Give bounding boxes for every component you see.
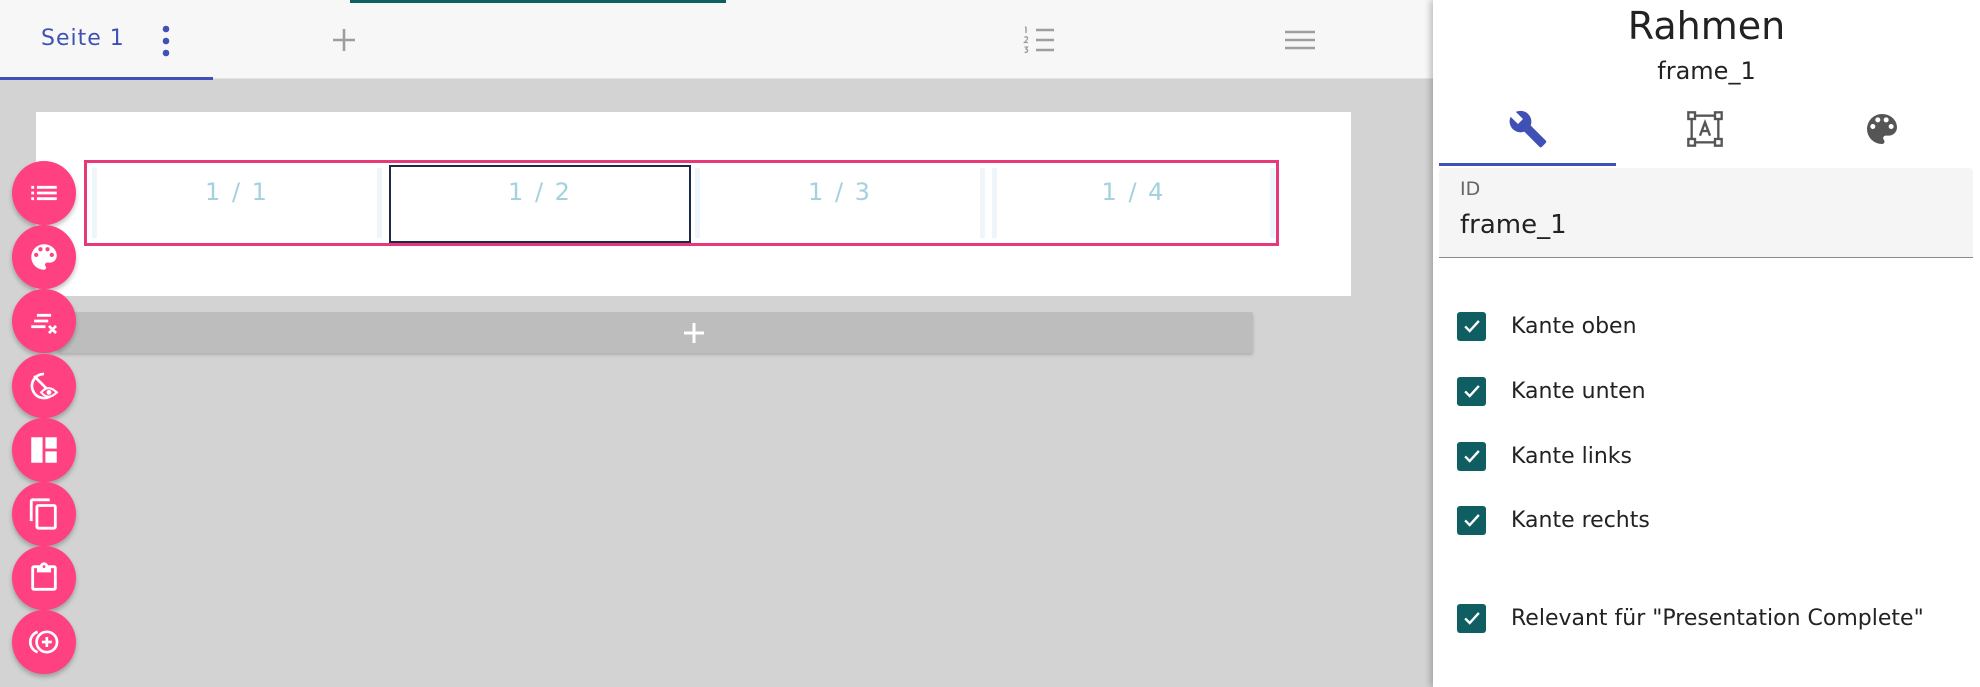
checkbox-label: Kante rechts xyxy=(1511,507,1650,533)
clear-list-icon xyxy=(31,313,57,334)
tab-properties[interactable] xyxy=(1439,92,1616,166)
fab-element-list[interactable] xyxy=(12,161,76,225)
page-section[interactable]: 1 / 1 1 / 2 1 / 3 1 / 4 xyxy=(36,112,1351,296)
cell-label: 1 / 4 xyxy=(1101,178,1166,206)
tab-text-frame[interactable] xyxy=(1616,92,1793,166)
check-icon xyxy=(1463,612,1480,625)
frame-cell[interactable]: 1 / 4 xyxy=(992,168,1275,238)
fab-copy[interactable] xyxy=(12,482,76,546)
fab-visibility[interactable] xyxy=(12,354,76,418)
wrench-icon xyxy=(1509,110,1546,148)
list-icon xyxy=(31,185,57,201)
check-icon xyxy=(1463,450,1480,463)
top-toolbar: Seite 1 xyxy=(0,0,1433,80)
clipboard-icon xyxy=(31,562,57,591)
id-field-value[interactable]: frame_1 xyxy=(1460,210,1567,240)
add-icon[interactable] xyxy=(324,20,364,60)
checkbox-label: Relevant für "Presentation Complete" xyxy=(1511,605,1924,631)
checkbox-row-edge-left[interactable]: Kante links xyxy=(1457,440,1632,472)
tab-seite-1[interactable]: Seite 1 xyxy=(0,0,213,80)
frame-cell[interactable]: 1 / 3 xyxy=(695,168,985,238)
panel-title: Rahmen xyxy=(1627,4,1786,48)
checkbox[interactable] xyxy=(1457,603,1486,633)
checkbox[interactable] xyxy=(1457,376,1486,406)
add-circle-icon xyxy=(28,630,59,654)
menu-icon[interactable] xyxy=(1280,20,1320,60)
checkbox[interactable] xyxy=(1457,505,1486,535)
copy-icon xyxy=(29,498,57,530)
checkbox[interactable] xyxy=(1457,311,1486,341)
cell-label: 1 / 3 xyxy=(808,178,872,206)
palette-icon xyxy=(31,244,57,270)
layout-icon xyxy=(31,437,57,463)
checkbox-label: Kante oben xyxy=(1511,313,1637,339)
cell-label: 1 / 2 xyxy=(508,178,572,206)
fab-layout[interactable] xyxy=(12,418,76,482)
id-field-label: ID xyxy=(1460,178,1481,200)
add-section-button[interactable] xyxy=(58,312,1253,353)
panel-subtitle: frame_1 xyxy=(1657,57,1756,85)
text-frame-icon xyxy=(1686,111,1723,147)
progress-bar xyxy=(350,0,726,3)
more-vert-icon[interactable] xyxy=(155,24,177,58)
checkbox-row-edge-bottom[interactable]: Kante unten xyxy=(1457,375,1646,407)
checkbox-row-edge-top[interactable]: Kante oben xyxy=(1457,310,1637,342)
checkbox-label: Kante unten xyxy=(1511,378,1646,404)
check-icon xyxy=(1463,514,1480,527)
numbered-list-icon[interactable] xyxy=(1021,20,1061,60)
checkbox-row-relevant[interactable]: Relevant für "Presentation Complete" xyxy=(1457,602,1924,634)
check-icon xyxy=(1463,320,1480,333)
tab-style[interactable] xyxy=(1793,92,1970,166)
tab-label: Seite 1 xyxy=(41,26,125,51)
id-field[interactable]: ID frame_1 xyxy=(1439,168,1973,258)
palette-icon xyxy=(1866,114,1897,144)
add-icon xyxy=(684,323,704,343)
frame-1[interactable]: 1 / 1 1 / 2 1 / 3 1 / 4 xyxy=(84,160,1279,246)
checkbox-row-edge-right[interactable]: Kante rechts xyxy=(1457,504,1650,536)
check-icon xyxy=(1463,385,1480,398)
properties-panel: Rahmen frame_1 ID frame_1 Kante oben Kan… xyxy=(1433,0,1980,687)
checkbox-label: Kante links xyxy=(1511,443,1632,469)
fab-clear-elements[interactable] xyxy=(12,289,76,353)
visibility-icon xyxy=(30,372,59,400)
fab-styling[interactable] xyxy=(12,225,76,289)
cell-label: 1 / 1 xyxy=(205,178,269,206)
tab-underline xyxy=(0,77,213,80)
frame-cell[interactable]: 1 / 1 xyxy=(92,168,382,238)
frame-cell-selected[interactable]: 1 / 2 xyxy=(389,165,691,243)
fab-paste[interactable] xyxy=(12,546,76,610)
fab-add-element[interactable] xyxy=(12,610,76,674)
checkbox[interactable] xyxy=(1457,441,1486,471)
